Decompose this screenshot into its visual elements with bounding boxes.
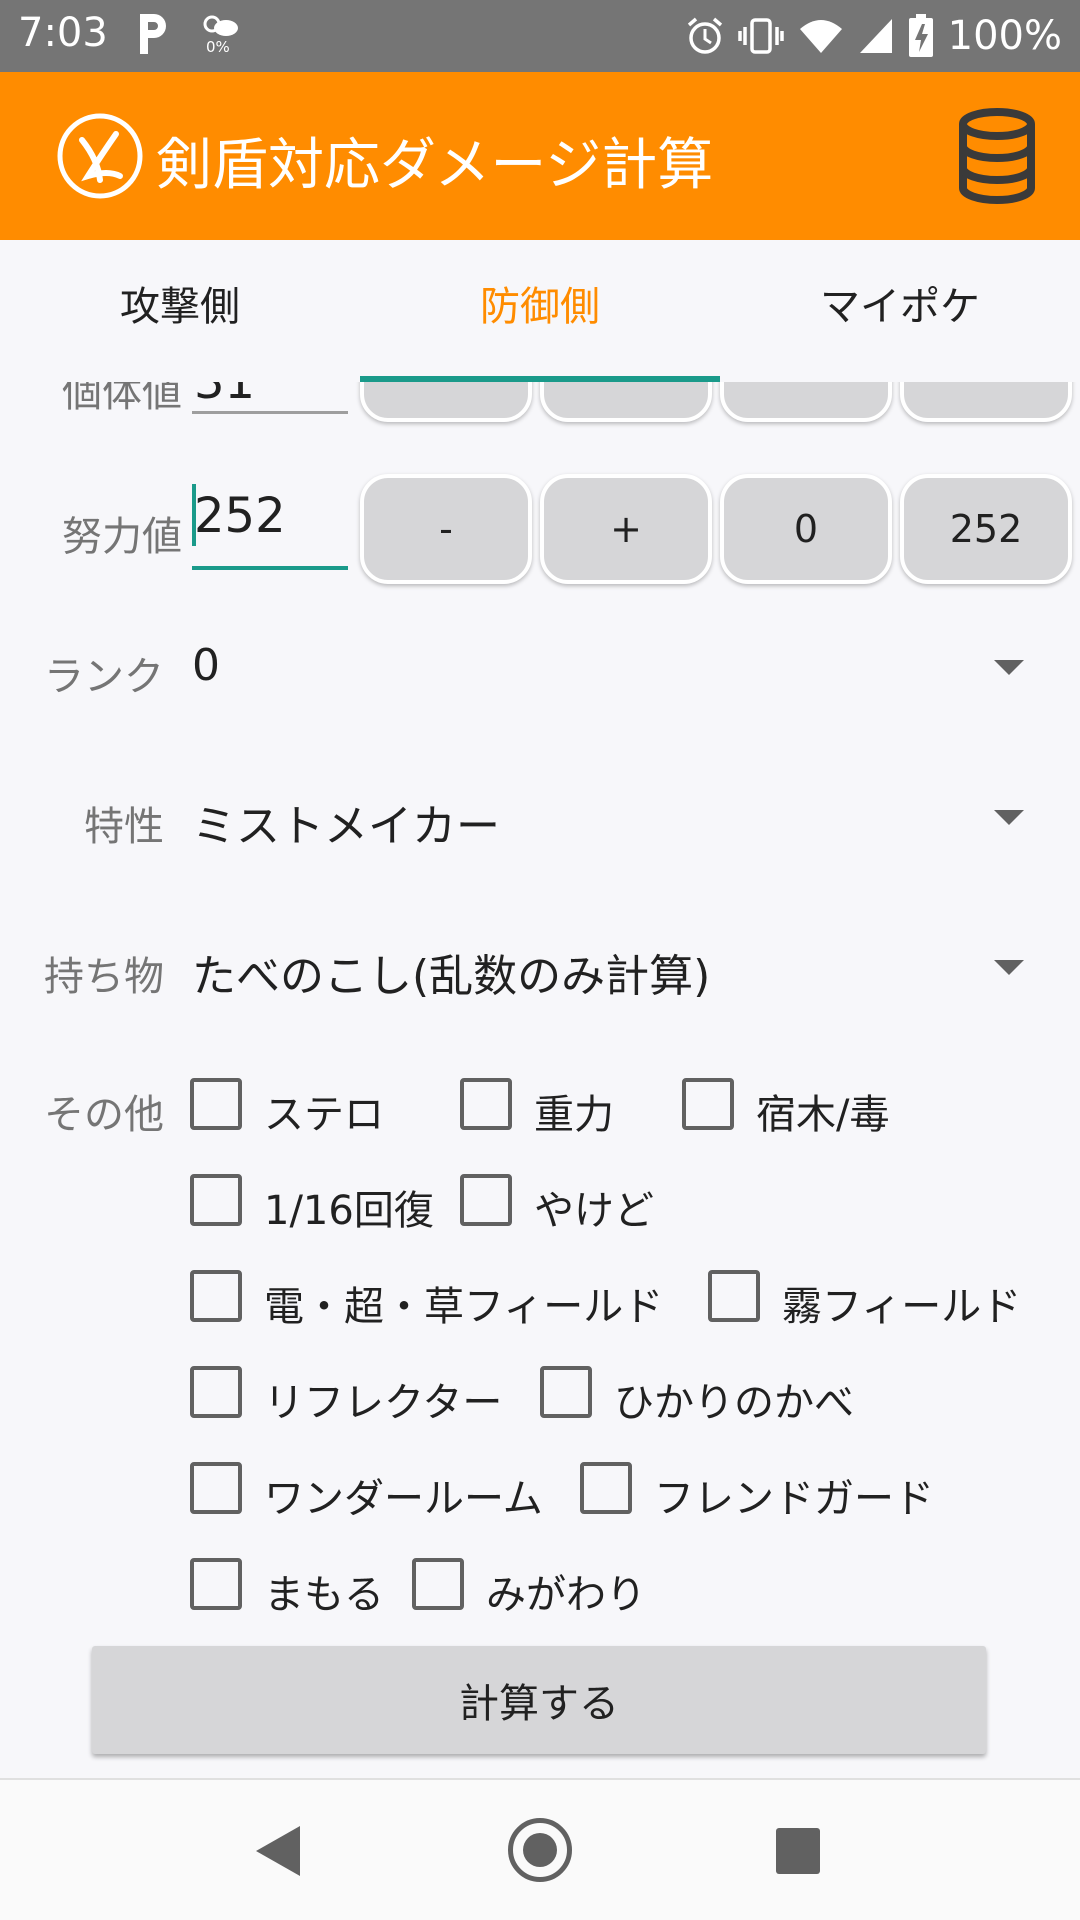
calculate-button[interactable]: 計算する xyxy=(92,1646,986,1754)
checkbox-leech-seed-poison[interactable] xyxy=(682,1078,734,1130)
checkbox-label: 1/16回復 xyxy=(264,1188,434,1234)
tab-defender[interactable]: 防御側 xyxy=(360,240,720,380)
iv-max-button[interactable]: 31 xyxy=(900,382,1072,422)
form-content: 個体値 31 - + 0 31 努力値 252 - + 0 252 ランク 0 … xyxy=(0,382,1080,1777)
iv-label: 個体値 xyxy=(62,382,182,416)
database-icon[interactable] xyxy=(958,108,1036,204)
rank-value: 0 xyxy=(192,640,220,691)
weather-icon: 0% xyxy=(200,12,244,60)
iv-input[interactable]: 31 xyxy=(192,382,348,414)
checkbox-electric-psychic-grass-field[interactable] xyxy=(190,1270,242,1322)
ev-input[interactable]: 252 xyxy=(192,488,348,570)
app-bar: 剣盾対応ダメージ計算 xyxy=(0,72,1080,240)
checkbox-1-16-recovery[interactable] xyxy=(190,1174,242,1226)
checkbox-misty-field[interactable] xyxy=(708,1270,760,1322)
checkbox-label: フレンドガード xyxy=(654,1476,934,1522)
checkbox-wonder-room[interactable] xyxy=(190,1462,242,1514)
vibrate-icon xyxy=(737,18,784,54)
checkbox-label: みがわり xyxy=(486,1572,646,1618)
text-caret xyxy=(192,484,196,546)
ev-plus-button[interactable]: + xyxy=(540,474,712,584)
wifi-icon xyxy=(799,20,842,53)
checkbox-friend-guard[interactable] xyxy=(580,1462,632,1514)
app-title: 剣盾対応ダメージ計算 xyxy=(156,133,714,198)
recents-icon[interactable] xyxy=(776,1828,820,1874)
chevron-down-icon xyxy=(994,660,1024,675)
ev-max-button[interactable]: 252 xyxy=(900,474,1072,584)
parking-icon xyxy=(140,14,166,54)
other-label: その他 xyxy=(44,1092,164,1138)
checkbox-label: 霧フィールド xyxy=(782,1284,1022,1330)
checkbox-label: ひかりのかべ xyxy=(614,1380,854,1426)
ability-value: ミストメイカー xyxy=(192,801,500,852)
checkbox-label: やけど xyxy=(534,1188,654,1234)
ev-label: 努力値 xyxy=(62,514,182,560)
status-bar: 7:03 0% 100% xyxy=(0,0,1080,72)
chevron-down-icon xyxy=(994,960,1024,975)
checkbox-burn[interactable] xyxy=(460,1174,512,1226)
item-dropdown[interactable]: 持ち物 たべのこし(乱数のみ計算) xyxy=(0,914,1080,1024)
checkbox-label: 重力 xyxy=(534,1092,614,1138)
checkbox-label: まもる xyxy=(264,1572,384,1618)
checkbox-reflect[interactable] xyxy=(190,1366,242,1418)
tab-attacker[interactable]: 攻撃側 xyxy=(0,240,360,380)
tab-bar: 攻撃側 防御側 マイポケ xyxy=(0,240,1080,380)
checkbox-substitute[interactable] xyxy=(412,1558,464,1610)
item-label: 持ち物 xyxy=(44,954,164,1000)
rank-dropdown[interactable]: ランク 0 xyxy=(0,614,1080,724)
checkbox-stealth-rock[interactable] xyxy=(190,1078,242,1130)
back-icon[interactable] xyxy=(256,1826,300,1876)
ability-label: 特性 xyxy=(84,804,164,850)
item-value: たべのこし(乱数のみ計算) xyxy=(192,951,711,1002)
navigation-bar xyxy=(0,1778,1080,1920)
rank-label: ランク xyxy=(44,654,164,700)
ev-zero-button[interactable]: 0 xyxy=(720,474,892,584)
alarm-icon xyxy=(687,17,722,54)
iv-plus-button[interactable]: + xyxy=(540,382,712,422)
checkbox-light-screen[interactable] xyxy=(540,1366,592,1418)
battery-icon xyxy=(908,14,933,57)
iv-zero-button[interactable]: 0 xyxy=(720,382,892,422)
home-icon[interactable] xyxy=(508,1818,572,1882)
iv-minus-button[interactable]: - xyxy=(360,382,532,422)
checkbox-gravity[interactable] xyxy=(460,1078,512,1130)
checkbox-label: ステロ xyxy=(264,1092,384,1138)
checkbox-label: 宿木/毒 xyxy=(756,1092,890,1138)
checkbox-label: ワンダールーム xyxy=(264,1476,543,1522)
weather-text: 0% xyxy=(206,38,230,56)
app-logo-icon xyxy=(57,113,143,199)
signal-icon xyxy=(859,19,892,53)
chevron-down-icon xyxy=(994,810,1024,825)
status-time: 7:03 xyxy=(18,10,108,56)
ability-dropdown[interactable]: 特性 ミストメイカー xyxy=(0,764,1080,874)
checkbox-label: リフレクター xyxy=(264,1380,503,1426)
checkbox-protect[interactable] xyxy=(190,1558,242,1610)
tab-my-pokemon[interactable]: マイポケ xyxy=(720,240,1080,380)
checkbox-label: 電・超・草フィールド xyxy=(264,1284,664,1330)
battery-percent: 100% xyxy=(947,13,1062,59)
ev-minus-button[interactable]: - xyxy=(360,474,532,584)
